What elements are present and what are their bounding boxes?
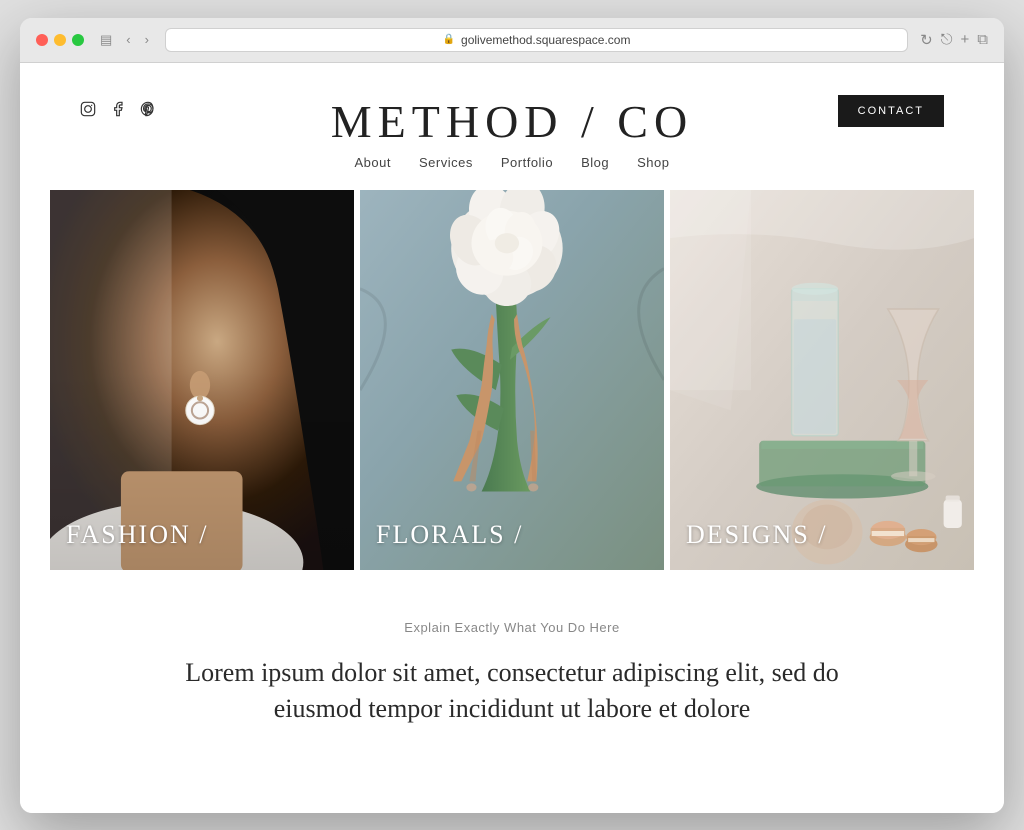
hero-card-florals[interactable]: FLORALS / — [360, 190, 664, 570]
facebook-icon[interactable] — [110, 101, 126, 121]
nav-shop[interactable]: Shop — [637, 155, 669, 170]
url-text: golivemethod.squarespace.com — [461, 33, 630, 47]
hero-card-designs[interactable]: DESIGNS / — [670, 190, 974, 570]
address-bar[interactable]: 🔒 golivemethod.squarespace.com — [165, 28, 908, 52]
pinterest-icon[interactable] — [140, 101, 156, 121]
browser-window: ▤ ‹ › 🔒 golivemethod.squarespace.com ↻ ⎋… — [20, 18, 1004, 813]
share-icon[interactable]: ⎋ — [941, 31, 953, 49]
browser-chrome: ▤ ‹ › 🔒 golivemethod.squarespace.com ↻ ⎋… — [20, 18, 1004, 63]
browser-actions: ↻ ⎋ + ⧉ — [920, 31, 988, 49]
fashion-label: FASHION / — [66, 520, 208, 550]
hero-images-grid: FASHION / — [20, 190, 1004, 570]
forward-button[interactable]: › — [141, 30, 153, 49]
traffic-lights — [36, 34, 84, 46]
header-top: METHOD / CO CONTACT — [80, 95, 944, 127]
site-title: METHOD / CO — [331, 95, 693, 148]
instagram-icon[interactable] — [80, 101, 96, 121]
nav-about[interactable]: About — [355, 155, 391, 170]
maximize-button[interactable] — [72, 34, 84, 46]
hero-card-fashion[interactable]: FASHION / — [50, 190, 354, 570]
window-icon[interactable]: ⧉ — [977, 31, 988, 49]
browser-controls: ▤ ‹ › — [96, 30, 153, 50]
sidebar-toggle-icon[interactable]: ▤ — [96, 30, 116, 50]
add-tab-icon[interactable]: + — [961, 31, 970, 49]
nav-portfolio[interactable]: Portfolio — [501, 155, 553, 170]
designs-label: DESIGNS / — [686, 520, 828, 550]
florals-label: FLORALS / — [376, 520, 523, 550]
site-header: METHOD / CO CONTACT About Services Portf… — [20, 63, 1004, 190]
refresh-icon[interactable]: ↻ — [920, 31, 933, 49]
back-button[interactable]: ‹ — [122, 30, 134, 49]
minimize-button[interactable] — [54, 34, 66, 46]
content-section: Explain Exactly What You Do Here Lorem i… — [20, 570, 1004, 758]
website-content: METHOD / CO CONTACT About Services Portf… — [20, 63, 1004, 813]
social-icons — [80, 101, 156, 121]
close-button[interactable] — [36, 34, 48, 46]
content-subtitle: Explain Exactly What You Do Here — [80, 620, 944, 635]
contact-button[interactable]: CONTACT — [838, 95, 944, 127]
nav-blog[interactable]: Blog — [581, 155, 609, 170]
site-navigation: About Services Portfolio Blog Shop — [80, 143, 944, 190]
lock-icon: 🔒 — [443, 34, 455, 45]
nav-services[interactable]: Services — [419, 155, 473, 170]
content-body: Lorem ipsum dolor sit amet, consectetur … — [172, 655, 852, 728]
